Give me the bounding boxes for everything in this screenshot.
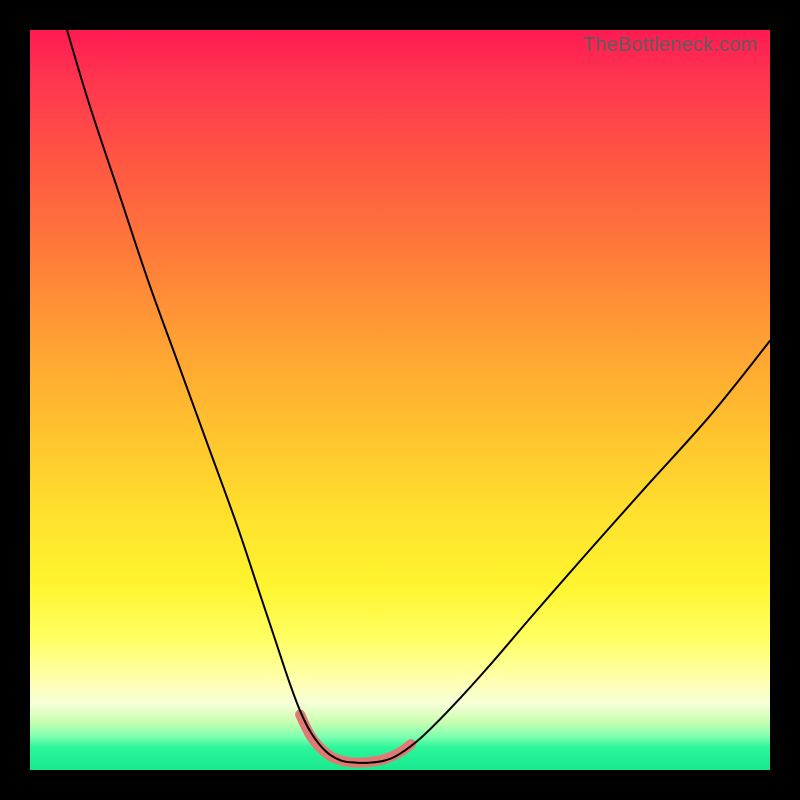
plot-area: TheBottleneck.com (30, 30, 770, 770)
curve-layer (30, 30, 770, 770)
main-curve (67, 30, 770, 763)
chart-frame: TheBottleneck.com (0, 0, 800, 800)
highlight-curve (300, 715, 411, 763)
